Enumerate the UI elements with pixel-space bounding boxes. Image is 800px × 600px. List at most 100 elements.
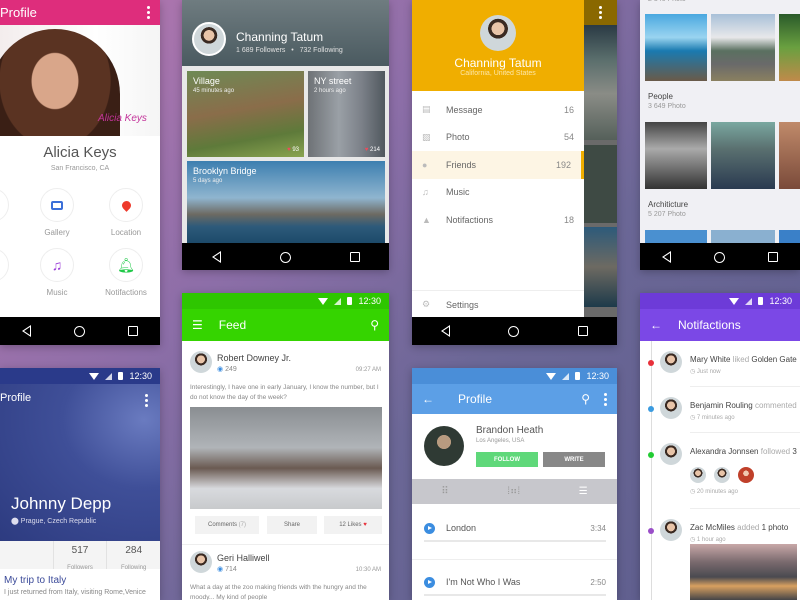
- status-time: 12:30: [586, 371, 609, 381]
- stat-following[interactable]: 284 Following: [106, 541, 160, 571]
- section-title: Architicture: [648, 200, 689, 209]
- action-user[interactable]: [0, 188, 22, 228]
- gallery-photo[interactable]: [711, 230, 775, 244]
- drawer-item-label: Photo: [446, 132, 470, 143]
- gallery-photo[interactable]: [779, 14, 800, 81]
- gallery-section-architecture[interactable]: Architicture 5 207 Photo: [648, 200, 688, 218]
- status-time: 12:30: [358, 296, 381, 306]
- gallery-photo[interactable]: [779, 122, 800, 189]
- stat-followers[interactable]: 517 Followers: [52, 541, 107, 571]
- comments-button[interactable]: Comments (7): [195, 516, 259, 534]
- post-title[interactable]: My trip to Italy: [4, 575, 66, 586]
- gallery-section-people[interactable]: People 3 649 Photo: [648, 92, 686, 110]
- avatar[interactable]: [424, 426, 464, 466]
- track-progress[interactable]: [424, 594, 606, 596]
- play-icon[interactable]: [424, 577, 435, 588]
- home-icon[interactable]: [713, 251, 725, 263]
- photo-tile[interactable]: Village 45 minutes ago ♥ 93: [187, 71, 304, 157]
- gallery-photo[interactable]: [711, 122, 775, 189]
- view-tabs: ⠿ ⁞⠶⁞ ☰: [412, 479, 617, 504]
- avatar[interactable]: [660, 519, 682, 541]
- action-location[interactable]: Location: [96, 188, 156, 237]
- home-icon[interactable]: [73, 325, 85, 337]
- home-icon[interactable]: [279, 251, 291, 263]
- track-progress[interactable]: [424, 540, 606, 542]
- search-icon[interactable]: ⚲: [581, 392, 590, 406]
- feed-post: Robert Downey Jr. ◉ 249 09:27 AM Interes…: [182, 351, 389, 541]
- grid-view-icon[interactable]: ⠿: [441, 486, 448, 497]
- post-time: 09:27 AM: [355, 367, 381, 373]
- action-unknown[interactable]: s: [0, 248, 22, 297]
- stat-hidden[interactable]: [0, 541, 53, 569]
- gallery-photo[interactable]: [645, 14, 707, 81]
- like-button[interactable]: 12 Likes ♥: [324, 516, 382, 534]
- post-views: ◉ 249: [217, 365, 237, 373]
- back-icon[interactable]: [661, 251, 671, 263]
- back-arrow-icon[interactable]: ←: [422, 392, 434, 406]
- recents-icon[interactable]: [349, 252, 360, 262]
- followed-avatar[interactable]: [690, 467, 706, 483]
- profile-name: Brandon Heath: [476, 425, 544, 436]
- recents-icon[interactable]: [768, 252, 779, 262]
- back-arrow-icon[interactable]: ←: [650, 318, 662, 332]
- avatar[interactable]: [480, 15, 516, 51]
- more-vert-icon[interactable]: [599, 6, 602, 19]
- notification-action: commented: [754, 401, 797, 410]
- avatar[interactable]: [660, 397, 682, 419]
- action-notifications[interactable]: 🔔︎ Notifactions: [96, 248, 156, 297]
- tile-title: Brooklyn Bridge: [193, 166, 257, 176]
- drawer-item-message[interactable]: ▤ Message 16: [412, 96, 584, 124]
- gallery-photo[interactable]: [645, 230, 707, 244]
- search-icon[interactable]: ⚲: [370, 318, 379, 332]
- drawer-item-music[interactable]: ♫ Music: [412, 179, 584, 207]
- heart-icon: ♥: [363, 522, 367, 528]
- drawer-item-friends[interactable]: ● Friends 192: [412, 151, 584, 179]
- menu-icon[interactable]: ☰: [192, 318, 203, 332]
- photo-tile[interactable]: NY street 2 hours ago ♥ 214: [308, 71, 385, 157]
- signal-icon: [105, 372, 113, 380]
- status-bar: 12:30: [182, 293, 389, 309]
- play-icon[interactable]: [424, 523, 435, 534]
- post-author[interactable]: Robert Downey Jr.: [217, 353, 291, 363]
- list-view-icon[interactable]: ☰: [579, 486, 588, 497]
- avatar[interactable]: [660, 443, 682, 465]
- following-count: 732 Following: [299, 47, 343, 54]
- drawer-item-settings[interactable]: ⚙ Settings: [412, 291, 584, 319]
- post-author[interactable]: Geri Halliwell: [217, 553, 270, 563]
- drawer-item-photo[interactable]: ▨ Photo 54: [412, 124, 584, 152]
- avatar[interactable]: [190, 351, 212, 373]
- recents-icon[interactable]: [128, 326, 139, 336]
- gallery-photo[interactable]: [645, 122, 707, 189]
- action-gallery[interactable]: Gallery: [27, 188, 87, 237]
- signal-icon: [334, 297, 342, 305]
- more-vert-icon[interactable]: [147, 6, 150, 19]
- added-photo[interactable]: [690, 544, 797, 600]
- drawer-item-notifications[interactable]: ▲ Notifactions 18: [412, 206, 584, 234]
- post-photo[interactable]: [190, 407, 382, 509]
- timeline-dot: [648, 406, 654, 412]
- gallery-photo[interactable]: [711, 14, 775, 81]
- more-vert-icon[interactable]: [145, 394, 148, 407]
- back-icon[interactable]: [21, 325, 31, 337]
- back-icon[interactable]: [211, 251, 221, 263]
- avatar[interactable]: [192, 22, 226, 56]
- write-button[interactable]: WRITE: [543, 452, 605, 467]
- share-button[interactable]: Share: [267, 516, 317, 534]
- more-vert-icon[interactable]: [604, 392, 607, 406]
- followed-avatar[interactable]: [714, 467, 730, 483]
- follow-button[interactable]: FOLLOW: [476, 452, 538, 467]
- gallery-photo[interactable]: [779, 230, 800, 244]
- photo-tile[interactable]: Brooklyn Bridge 5 days ago: [187, 161, 385, 243]
- back-icon[interactable]: [441, 325, 451, 337]
- home-icon[interactable]: [508, 325, 520, 337]
- heart-icon: ♥: [287, 147, 291, 153]
- user-icon: [0, 188, 9, 222]
- recents-icon[interactable]: [577, 326, 588, 336]
- avatar[interactable]: [190, 551, 212, 573]
- avatar[interactable]: [660, 351, 682, 373]
- tile-likes: ♥ 214: [365, 147, 380, 153]
- profile-name: Channing Tatum: [236, 30, 324, 44]
- followed-avatar[interactable]: [738, 467, 754, 483]
- gallery-view-icon[interactable]: ⁞⠶⁞: [507, 486, 520, 497]
- action-music[interactable]: ♫ Music: [27, 248, 87, 297]
